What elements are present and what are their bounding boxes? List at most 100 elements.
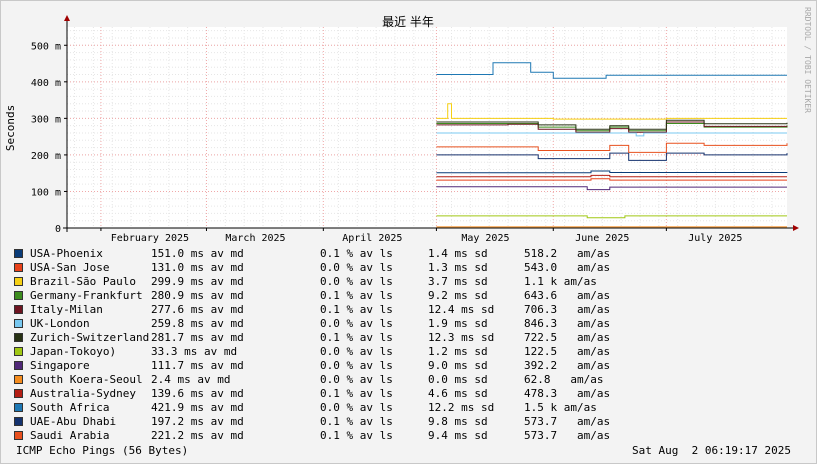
legend-median-rtt: 111.7 ms av md — [151, 359, 244, 372]
legend-std-dev: 0.0 ms sd — [428, 373, 488, 386]
x-tick-labels: February 2025 March 2025 April 2025 May 202… — [100, 228, 742, 244]
legend-avg-loss: 0.1 % av ls — [320, 415, 393, 428]
y-tick-label: 300 m — [31, 114, 61, 125]
legend-swatch — [14, 319, 23, 328]
legend-avg-loss: 0.0 % av ls — [320, 359, 393, 372]
legend-std-dev: 1.4 ms sd — [428, 247, 488, 260]
legend-median-rtt: 281.7 ms av md — [151, 331, 244, 344]
legend-avg-loss: 0.1 % av ls — [320, 247, 393, 260]
legend-std-dev: 1.9 ms sd — [428, 317, 488, 330]
legend-am-as: 1.1 k am/as — [524, 275, 597, 288]
legend-row: Singapore 111.7 ms av md 0.0 % av ls 9.0 ms… — [14, 359, 654, 373]
legend-avg-loss: 0.0 % av ls — [320, 345, 393, 358]
legend-median-rtt: 421.9 ms av md — [151, 401, 244, 414]
legend-median-rtt: 197.2 ms av md — [151, 415, 244, 428]
legend-am-as: 478.3 am/as — [524, 387, 611, 400]
plot-area — [67, 27, 787, 228]
y-tick-label: 0 — [55, 224, 61, 235]
legend-std-dev: 12.3 ms sd — [428, 331, 495, 344]
legend-series-name: Australia-Sydney — [30, 387, 136, 400]
y-tick-label: 200 m — [31, 151, 61, 162]
legend-median-rtt: 2.4 ms av md — [151, 373, 231, 386]
legend-am-as: 722.5 am/as — [524, 331, 611, 344]
legend: USA-Phoenix 151.0 ms av md 0.1 % av ls 1.4 … — [14, 247, 654, 443]
legend-median-rtt: 277.6 ms av md — [151, 303, 244, 316]
legend-series-name: Singapore — [30, 359, 90, 372]
legend-am-as: 62.8 am/as — [524, 373, 604, 386]
x-tick-label: June 2025 — [575, 233, 629, 244]
legend-median-rtt: 299.9 ms av md — [151, 275, 244, 288]
legend-avg-loss: 0.0 % av ls — [320, 275, 393, 288]
legend-row: Australia-Sydney 139.6 ms av md 0.1 % av l… — [14, 387, 654, 401]
legend-std-dev: 9.0 ms sd — [428, 359, 488, 372]
legend-swatch — [14, 263, 23, 272]
legend-series-name: Japan-Tokoyo) — [30, 345, 117, 358]
legend-row: UK-London 259.8 ms av md 0.0 % av ls 1.9 ms… — [14, 317, 654, 331]
x-tick-label: February 2025 — [111, 233, 189, 244]
legend-avg-loss: 0.0 % av ls — [320, 317, 393, 330]
legend-swatch — [14, 333, 23, 342]
legend-median-rtt: 280.9 ms av md — [151, 289, 244, 302]
legend-swatch — [14, 361, 23, 370]
legend-median-rtt: 151.0 ms av md — [151, 247, 244, 260]
probe-description: ICMP Echo Pings (56 Bytes) — [16, 444, 189, 457]
legend-swatch — [14, 291, 23, 300]
legend-avg-loss: 0.1 % av ls — [320, 387, 393, 400]
legend-swatch — [14, 389, 23, 398]
legend-avg-loss: 0.1 % av ls — [320, 429, 393, 442]
legend-am-as: 846.3 am/as — [524, 317, 611, 330]
legend-avg-loss: 0.1 % av ls — [320, 331, 393, 344]
legend-std-dev: 9.4 ms sd — [428, 429, 488, 442]
legend-series-name: USA-San Jose — [30, 261, 110, 274]
graph-timestamp: Sat Aug 2 06:19:17 2025 — [632, 444, 791, 457]
legend-row: South Africa 421.9 ms av md 0.0 % av ls 12.… — [14, 401, 654, 415]
legend-avg-loss: 0.0 % av ls — [320, 401, 393, 414]
legend-series-name: South Africa — [30, 401, 110, 414]
x-tick-label: May 2025 — [461, 233, 509, 244]
legend-row: UAE-Abu Dhabi 197.2 ms av md 0.1 % av ls 9.… — [14, 415, 654, 429]
y-axis-arrow — [64, 15, 70, 21]
legend-std-dev: 3.7 ms sd — [428, 275, 488, 288]
legend-series-name: South Koera-Seoul — [30, 373, 143, 386]
legend-std-dev: 1.2 ms sd — [428, 345, 488, 358]
y-tick-label: 400 m — [31, 78, 61, 89]
legend-series-name: USA-Phoenix — [30, 247, 103, 260]
legend-swatch — [14, 249, 23, 258]
y-tick-label: 100 m — [31, 187, 61, 198]
legend-am-as: 573.7 am/as — [524, 415, 611, 428]
legend-std-dev: 9.8 ms sd — [428, 415, 488, 428]
legend-swatch — [14, 347, 23, 356]
legend-swatch — [14, 375, 23, 384]
legend-am-as: 122.5 am/as — [524, 345, 611, 358]
legend-am-as: 392.2 am/as — [524, 359, 611, 372]
legend-row: Brazil-São Paulo 299.9 ms av md 0.0 % av l… — [14, 275, 654, 289]
legend-am-as: 706.3 am/as — [524, 303, 611, 316]
legend-series-name: Saudi Arabia — [30, 429, 110, 442]
x-tick-label: July 2025 — [688, 233, 742, 244]
legend-row: USA-Phoenix 151.0 ms av md 0.1 % av ls 1.4 … — [14, 247, 654, 261]
legend-median-rtt: 221.2 ms av md — [151, 429, 244, 442]
legend-am-as: 643.6 am/as — [524, 289, 611, 302]
legend-avg-loss: 0.0 % av ls — [320, 373, 393, 386]
legend-std-dev: 12.4 ms sd — [428, 303, 495, 316]
legend-avg-loss: 0.1 % av ls — [320, 303, 393, 316]
legend-std-dev: 4.6 ms sd — [428, 387, 488, 400]
legend-row: South Koera-Seoul 2.4 ms av md 0.0 % av ls… — [14, 373, 654, 387]
legend-series-name: Zurich-Switzerland — [30, 331, 150, 344]
legend-swatch — [14, 277, 23, 286]
legend-std-dev: 1.3 ms sd — [428, 261, 488, 274]
rrdtool-watermark: RRDTOOL / TOBI OETIKER — [803, 7, 812, 113]
chart-title: 最近 半年 — [382, 15, 434, 29]
x-axis-arrow — [793, 225, 799, 231]
legend-series-name: Brazil-São Paulo — [30, 275, 136, 288]
legend-std-dev: 9.2 ms sd — [428, 289, 488, 302]
legend-series-name: UK-London — [30, 317, 90, 330]
legend-median-rtt: 131.0 ms av md — [151, 261, 244, 274]
legend-avg-loss: 0.0 % av ls — [320, 261, 393, 274]
legend-am-as: 543.0 am/as — [524, 261, 611, 274]
legend-median-rtt: 259.8 ms av md — [151, 317, 244, 330]
legend-am-as: 518.2 am/as — [524, 247, 611, 260]
legend-row: Japan-Tokoyo) 33.3 ms av md 0.0 % av ls 1.2… — [14, 345, 654, 359]
y-axis-label: Seconds — [4, 105, 17, 151]
y-tick-label: 500 m — [31, 41, 61, 52]
